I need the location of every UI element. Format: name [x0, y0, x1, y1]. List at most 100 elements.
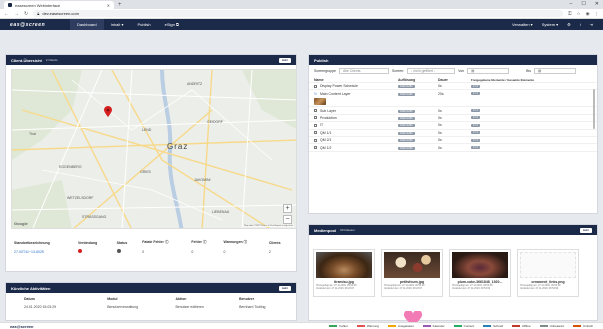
row-checkbox[interactable] [314, 138, 317, 142]
von-date-input[interactable]: ▦ [467, 68, 510, 74]
activity-more-button[interactable]: mehr [278, 285, 291, 291]
legend-item: Offline [512, 324, 531, 328]
logout-icon[interactable]: ⇥ [590, 22, 593, 27]
media-more-button[interactable]: mehr [579, 227, 592, 233]
menu-icon[interactable]: ⋮ [595, 11, 600, 17]
calendar-icon: ▦ [537, 69, 542, 73]
client-more-button[interactable]: mehr [278, 57, 291, 63]
client-count: 2 Clients [45, 58, 58, 62]
col-aktion[interactable]: Aktion [172, 295, 236, 303]
col-warnungen[interactable]: Warnungen ⓘ [221, 238, 266, 247]
row-checkbox[interactable] [314, 131, 317, 135]
list-item[interactable]: QM 1/2 1920×1080 0s 0 / 0 [309, 144, 597, 152]
status-icon [114, 247, 140, 256]
col-elemente[interactable]: Freigegebene Elemente / Gesamte Elemente [471, 78, 534, 82]
client-map[interactable]: Graz Thal EGGENBERG GRIES JAKOMINI GEIDO… [11, 69, 297, 229]
nav-verwalten[interactable]: Verwalten ▾ [512, 22, 533, 27]
nav-system[interactable]: System ▾ [542, 22, 558, 27]
minimize-icon[interactable]: – [570, 1, 573, 7]
client-table: Standortbezeichnung Verbindung Status Fa… [11, 238, 293, 256]
list-item[interactable]: Produktion 1920×1080 0s 0 / 0 [309, 115, 597, 123]
von-label: Von [458, 69, 465, 73]
media-item[interactable]: ornament_links.png Hinzugefügt am: 27.11… [517, 249, 579, 297]
col-clients[interactable]: Clients [266, 238, 293, 247]
zoom-out-button[interactable]: − [283, 215, 292, 224]
media-item[interactable]: petitsfours.jpg Hinzugefügt am: 27.11.20… [381, 249, 443, 297]
zoom-in-button[interactable]: + [283, 204, 292, 213]
info-icon[interactable]: i [580, 22, 581, 27]
url-text: dev.easescreen.com [42, 11, 79, 16]
forward-icon[interactable]: → [14, 11, 19, 17]
row-checkbox[interactable] [314, 123, 317, 127]
col-status[interactable]: Status [114, 238, 140, 247]
close-tab-icon[interactable]: ✕ [107, 3, 110, 8]
map-google-logo: Google [14, 221, 28, 226]
media-pool-panel: Medienpool 60 Dateien mehr tiramisu.jpg … [308, 224, 598, 321]
resolution-badge: 1920×1080 [398, 146, 415, 150]
col-standort[interactable]: Standortbezeichnung [11, 238, 75, 247]
row-checkbox[interactable] [314, 146, 317, 150]
row-checkbox[interactable] [314, 109, 317, 113]
col-dauer[interactable]: Dauer [438, 78, 471, 82]
refresh-icon[interactable]: ↻ [314, 92, 317, 96]
maximize-icon[interactable]: ☐ [581, 1, 585, 7]
browser-tab[interactable]: easescreen Webinterface ✕ [4, 1, 114, 9]
screengroup-select[interactable]: Alle Clients [339, 68, 389, 74]
screen-select[interactable]: - nicht gefiltert - [407, 68, 456, 74]
activity-header: Kürzliche Aktivitäten mehr [6, 283, 296, 293]
list-item[interactable]: QM 1/1 1920×1080 0s 0 / 0 [309, 130, 597, 137]
col-benutzer[interactable]: Benutzer [236, 295, 296, 303]
col-fehler[interactable]: Fehler ⓘ [188, 238, 220, 247]
col-fatal[interactable]: Fatale Fehler ⓘ [139, 238, 188, 247]
list-item[interactable]: Display Power Schedule 1920×1080 0s 0 / … [309, 83, 597, 91]
map-attribution: Map data ©2020 Terms of Use Report a map… [243, 225, 294, 227]
standort-link[interactable]: 27-00T41~13-6025 [11, 247, 75, 256]
list-item[interactable]: IT 1920×1080 0s 0 / 0 [309, 122, 597, 130]
app-logo[interactable]: eas@screen [10, 22, 70, 28]
browser-tabstrip: easescreen Webinterface ✕ + – ☐ ✕ [0, 0, 603, 9]
clients-count: 2 [268, 249, 271, 254]
layer-name: QM 1/1 [320, 130, 332, 135]
col-name[interactable]: Name [314, 78, 398, 82]
bis-date-input[interactable]: ▦ [533, 68, 576, 74]
activity-panel: Kürzliche Aktivitäten mehr Datum Modul A… [5, 282, 297, 321]
reload-icon[interactable]: ↻ [24, 11, 28, 17]
media-item[interactable]: tiramisu.jpg Hinzugefügt am: 27.11.2019,… [313, 249, 375, 297]
table-row[interactable]: 27-00T41~13-6025 0 0 0 2 [11, 247, 293, 256]
duration: 0s [438, 138, 442, 143]
nav-esign[interactable]: eSign ⧉ [158, 19, 186, 30]
nav-publish[interactable]: Publish [130, 19, 157, 30]
map-label-gries: GRIES [140, 170, 151, 174]
list-item[interactable]: Sub Layer 1920×1080 0s 0 / 0 [309, 107, 597, 115]
col-aufloesung[interactable]: Auflösung [398, 78, 438, 82]
content-thumbnail[interactable] [314, 97, 326, 105]
nav-inhalt[interactable]: Inhalt ▾ [104, 19, 131, 30]
screen-label: Screen: [392, 69, 405, 73]
activity-title: Kürzliche Aktivitäten [11, 285, 51, 291]
row-checkbox[interactable] [314, 84, 317, 88]
col-datum[interactable]: Datum [6, 295, 104, 303]
settings-icon[interactable]: ⚙ [567, 22, 571, 27]
close-window-icon[interactable]: ✕ [595, 1, 599, 7]
url-field[interactable]: 🔒︎ dev.easescreen.com [33, 10, 564, 17]
new-tab-icon[interactable]: + [118, 1, 122, 9]
layer-name: Sub Layer [320, 108, 336, 113]
col-verbindung[interactable]: Verbindung [75, 238, 114, 247]
list-item[interactable]: ↻ Main Content Layer 1920×1080 20s 2 / 2 [309, 90, 597, 108]
key-icon[interactable]: ⚿ [568, 11, 571, 17]
location-pin-icon[interactable] [104, 106, 112, 117]
row-checkbox[interactable] [314, 116, 317, 120]
list-item[interactable]: QM 2/1 1920×1080 0s 0 / 0 [309, 137, 597, 145]
nav-dashboard[interactable]: Dashboard [70, 19, 104, 30]
address-bar-row: ← → ↻ 🔒︎ dev.easescreen.com ⚿ ☆ ◉ ⋮ [0, 9, 603, 19]
col-modul[interactable]: Modul [104, 295, 172, 303]
publish-scrollbar[interactable] [593, 89, 595, 129]
back-icon[interactable]: ← [4, 11, 9, 17]
media-item[interactable]: plum-cake-3661848_1920... Hinzugefügt am… [449, 249, 511, 297]
star-icon[interactable]: ☆ [577, 11, 581, 17]
legend-item: Fehler [329, 324, 348, 328]
table-row[interactable]: 24.01.2020 15:03:29 Benutzerverwaltung B… [6, 303, 296, 311]
layer-name: Produktion [320, 115, 337, 120]
map-label-thal: Thal [29, 132, 36, 136]
profile-icon[interactable]: ◉ [586, 11, 590, 17]
